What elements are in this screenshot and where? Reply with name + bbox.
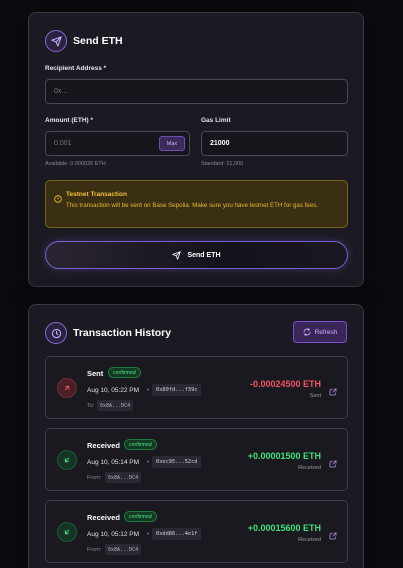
recipient-address-input[interactable]: 0x... [45, 79, 348, 104]
testnet-warning: Testnet Transaction This transaction wil… [45, 180, 348, 228]
send-eth-card: Send ETH Recipient Address * 0x... Amoun… [28, 12, 364, 287]
transaction-row[interactable]: Sent confirmed Aug 10, 05:22 PM • 0x80fd… [45, 356, 348, 419]
send-eth-header: Send ETH [45, 30, 123, 52]
transaction-time: Aug 10, 05:12 PM [87, 531, 140, 538]
amount-placeholder: 0.001 [54, 140, 72, 147]
amount-input[interactable]: 0.001 Max [45, 131, 190, 156]
transaction-direction: Received [298, 465, 321, 471]
warning-title: Testnet Transaction [66, 191, 127, 198]
send-eth-button[interactable]: Send ETH [45, 241, 348, 269]
party-label: From: [87, 475, 102, 481]
party-address: 0x8A...DC4 [105, 472, 142, 483]
transaction-hash[interactable]: 0x80fd...f39c [152, 384, 202, 396]
party-address: 0x8A...DC4 [105, 544, 142, 555]
warning-icon [54, 190, 62, 208]
transaction-hash[interactable]: 0xec95...52cd [152, 456, 202, 468]
arrow-up-right-icon [57, 378, 77, 398]
send-icon [172, 250, 182, 260]
gas-limit-label: Gas Limit [201, 117, 231, 124]
separator-dot: • [147, 459, 150, 466]
transaction-hash[interactable]: 0xdd86...4e1f [152, 528, 202, 540]
transaction-direction: Sent [309, 393, 321, 399]
gas-limit-value: 21000 [210, 140, 230, 147]
available-balance: Available: 0.000026 ETH [45, 161, 106, 167]
separator-dot: • [147, 531, 150, 538]
transaction-type: Sent [87, 369, 104, 378]
send-icon [45, 30, 67, 52]
arrow-down-left-icon [57, 522, 77, 542]
transaction-time: Aug 10, 05:14 PM [87, 459, 140, 466]
history-title: Transaction History [73, 327, 172, 339]
refresh-label: Refresh [314, 328, 338, 336]
send-eth-title: Send ETH [73, 35, 123, 47]
recipient-placeholder: 0x... [54, 88, 68, 95]
transaction-time: Aug 10, 05:22 PM [87, 387, 140, 394]
transaction-row[interactable]: Received confirmed Aug 10, 05:12 PM • 0x… [45, 500, 348, 563]
refresh-button[interactable]: Refresh [293, 321, 347, 343]
clock-icon [45, 322, 67, 344]
party-label: From: [87, 547, 102, 553]
status-badge: confirmed [124, 439, 157, 450]
transaction-type: Received [87, 441, 120, 450]
amount-label: Amount (ETH) * [45, 117, 94, 124]
external-link-icon[interactable] [329, 383, 337, 401]
refresh-icon [303, 328, 311, 336]
transaction-type: Received [87, 513, 120, 522]
separator-dot: • [147, 387, 150, 394]
gas-limit-hint: Standard: 21,000 [201, 161, 244, 167]
send-eth-button-label: Send ETH [187, 251, 221, 259]
party-address: 0x8A...DC4 [97, 400, 134, 411]
max-button[interactable]: Max [159, 136, 185, 151]
history-header: Transaction History [45, 322, 171, 344]
transaction-amount: +0.00015600 ETH [247, 523, 321, 533]
arrow-down-left-icon [57, 450, 77, 470]
status-badge: confirmed [108, 367, 141, 378]
recipient-label: Recipient Address * [45, 65, 107, 72]
warning-text: This transaction will be sent on Base Se… [66, 202, 319, 209]
transaction-row[interactable]: Received confirmed Aug 10, 05:14 PM • 0x… [45, 428, 348, 491]
status-badge: confirmed [124, 511, 157, 522]
party-label: To: [87, 403, 95, 409]
external-link-icon[interactable] [329, 455, 337, 473]
gas-limit-input[interactable]: 21000 [201, 131, 348, 156]
transaction-amount: -0.00024500 ETH [249, 379, 321, 389]
transaction-amount: +0.00001500 ETH [247, 451, 321, 461]
transaction-history-card: Transaction History Refresh Sent confirm… [28, 304, 364, 568]
transaction-direction: Received [298, 537, 321, 543]
external-link-icon[interactable] [329, 527, 337, 545]
